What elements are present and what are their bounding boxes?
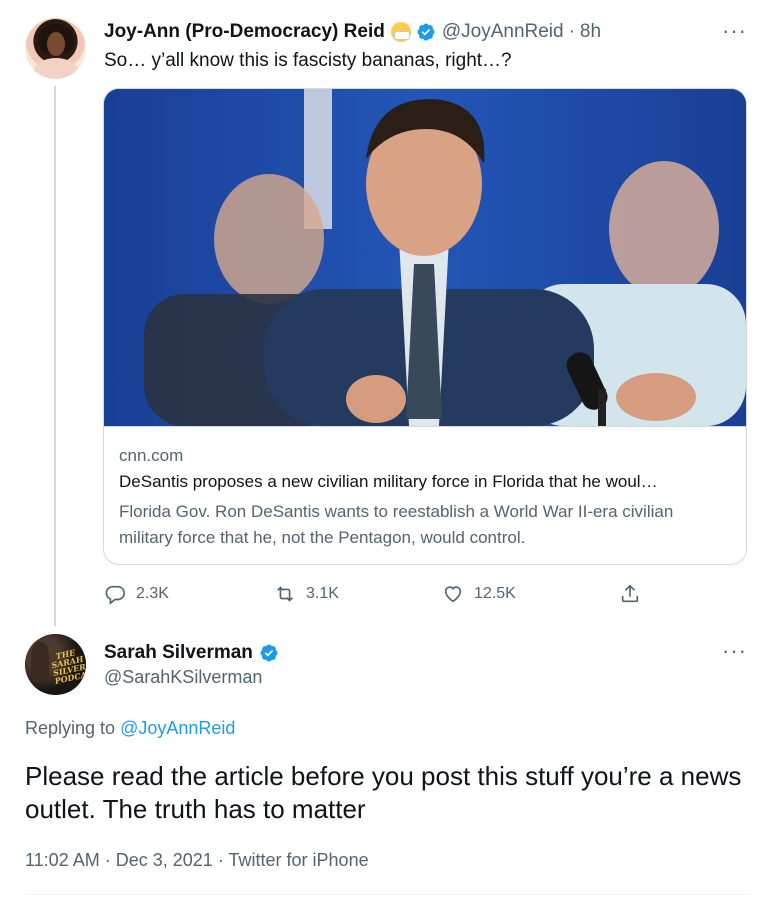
more-dots-icon[interactable]: ··· [722, 20, 748, 45]
author-name[interactable]: Joy-Ann (Pro-Democracy) Reid [104, 21, 385, 43]
retweet-count: 3.1K [306, 585, 339, 602]
replying-to-handle-link[interactable]: @JoyAnnReid [120, 718, 235, 738]
heart-icon [444, 586, 462, 603]
tweet-time-ago[interactable]: 8h [580, 21, 601, 43]
reply-author-handle[interactable]: @SarahKSilverman [104, 667, 262, 688]
replying-prefix: Replying to [25, 718, 116, 738]
meta-separator: · [217, 850, 224, 870]
verified-badge-icon [260, 644, 278, 662]
avatar-podcast-logo-text: THE SARAH SILVERMAN PODCAST [50, 647, 86, 686]
thread-connector-line [54, 86, 56, 626]
replying-to-line: Replying to @JoyAnnReid [25, 718, 235, 739]
meta-separator: · [104, 850, 111, 870]
reply-author-name[interactable]: Sarah Silverman [104, 642, 253, 664]
avatar-joy-ann-reid[interactable] [25, 18, 86, 79]
card-description: Florida Gov. Ron DeSantis wants to reest… [119, 502, 674, 547]
reply-button[interactable]: 2.3K [104, 578, 169, 610]
link-preview-card[interactable]: cnn.com DeSantis proposes a new civilian… [103, 88, 747, 565]
tweet-metadata: 11:02 AM · Dec 3, 2021 · Twitter for iPh… [25, 850, 369, 871]
card-domain: cnn.com [119, 446, 184, 465]
parent-tweet-text: So… y’all know this is fascisty bananas,… [104, 50, 512, 71]
tweet-date[interactable]: Dec 3, 2021 [116, 850, 213, 870]
reply-tweet-header: Sarah Silverman [104, 640, 279, 666]
author-handle[interactable]: @JoyAnnReid [442, 21, 564, 43]
card-text-area: cnn.com DeSantis proposes a new civilian… [104, 426, 746, 564]
verified-badge-icon [417, 23, 435, 41]
avatar-sarah-silverman[interactable]: THE SARAH SILVERMAN PODCAST [25, 634, 86, 695]
share-button[interactable] [619, 578, 651, 610]
tweet-thread: Joy-Ann (Pro-Democracy) Reid @JoyAnnReid… [0, 0, 762, 900]
reply-count: 2.3K [136, 585, 169, 602]
medical-mask-emoji-icon [390, 22, 411, 42]
like-button[interactable]: 12.5K [442, 578, 516, 610]
tweet-source: Twitter for iPhone [228, 850, 369, 870]
card-photo [104, 89, 746, 426]
card-title: DeSantis proposes a new civilian militar… [119, 472, 658, 491]
tweet-actions-bar: 2.3K 3.1K 12.5K [104, 578, 649, 610]
reply-tweet-text: Please read the article before you post … [25, 761, 742, 824]
retweet-icon [277, 586, 293, 602]
parent-tweet-header: Joy-Ann (Pro-Democracy) Reid @JoyAnnReid… [104, 18, 601, 46]
divider [25, 894, 750, 895]
reply-icon [105, 585, 125, 605]
more-dots-icon[interactable]: ··· [722, 640, 748, 665]
like-count: 12.5K [474, 585, 516, 602]
header-separator: · [568, 21, 575, 42]
share-icon [621, 584, 639, 603]
retweet-button[interactable]: 3.1K [274, 578, 339, 610]
tweet-time[interactable]: 11:02 AM [25, 850, 100, 870]
